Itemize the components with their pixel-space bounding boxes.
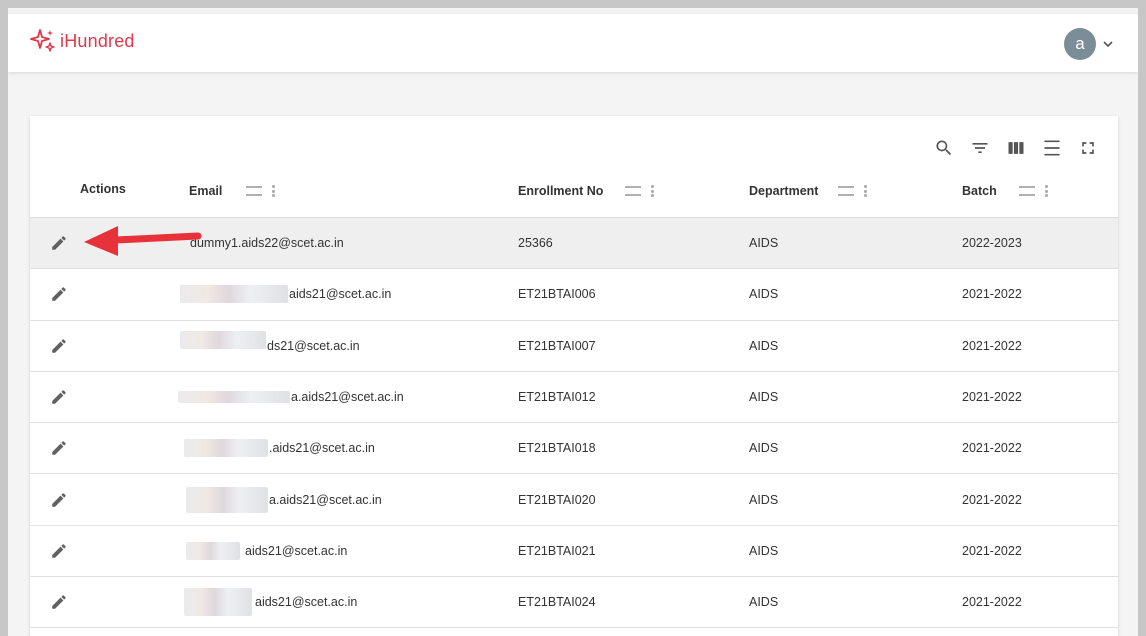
- chevron-down-icon: [1103, 41, 1113, 48]
- table-row[interactable]: ds21@scet.ac.in ET21BTAI007 AIDS 2021-20…: [30, 321, 1118, 372]
- batch-cell: 2021-2022: [962, 390, 1022, 405]
- redacted-text: [186, 541, 240, 560]
- drag-handle-icon[interactable]: [838, 186, 855, 196]
- table-row[interactable]: a.aids21@scet.ac.in ET21BTAI020 AIDS 202…: [30, 474, 1118, 526]
- email-cell: ds21@scet.ac.in: [180, 321, 360, 371]
- pencil-icon: [52, 236, 66, 250]
- redacted-text: [184, 439, 268, 458]
- sparkle-logo-icon: [30, 29, 55, 52]
- column-menu-icon[interactable]: [1044, 185, 1049, 197]
- edit-button[interactable]: [46, 372, 72, 422]
- app-window: iHundred a Actions Email Enrollment No D…: [8, 8, 1138, 636]
- table-row[interactable]: dummy1.aids22@scet.ac.in 25366 AIDS 2022…: [30, 218, 1118, 270]
- enrollment-cell: ET21BTAI006: [518, 287, 596, 302]
- density-icon: [1044, 140, 1060, 156]
- pencil-icon: [52, 441, 66, 456]
- batch-cell: 2022-2023: [962, 236, 1022, 251]
- enrollment-cell: ET21BTAI007: [518, 338, 596, 353]
- department-cell: AIDS: [749, 595, 779, 610]
- edit-button[interactable]: [46, 269, 72, 319]
- search-button[interactable]: [926, 130, 962, 166]
- column-header-batch[interactable]: Batch: [962, 184, 1049, 198]
- email-cell: aids21@scet.ac.in: [184, 577, 357, 627]
- department-cell: AIDS: [749, 492, 779, 507]
- table-row[interactable]: .aids21@scet.ac.in ET21BTAI018 AIDS 2021…: [30, 423, 1118, 475]
- batch-cell: 2021-2022: [962, 338, 1022, 353]
- filter-button[interactable]: [962, 130, 998, 166]
- redacted-text: [186, 486, 268, 513]
- drag-handle-icon[interactable]: [246, 186, 263, 196]
- email-cell: aids21@scet.ac.in: [186, 526, 347, 576]
- email-cell: a.aids21@scet.ac.in: [178, 372, 404, 422]
- columns-button[interactable]: [998, 130, 1034, 166]
- redacted-text: [180, 285, 288, 304]
- column-menu-icon[interactable]: [651, 185, 655, 197]
- pencil-icon: [52, 544, 66, 558]
- pencil-icon: [52, 390, 66, 404]
- table-row[interactable]: a.aids21@scet.ac.in ET21BTAI012 AIDS 202…: [30, 372, 1118, 424]
- enrollment-cell: ET21BTAI018: [518, 441, 596, 456]
- column-header-email[interactable]: Email: [189, 184, 276, 198]
- fullscreen-button[interactable]: [1070, 130, 1106, 166]
- redacted-text: [180, 330, 266, 349]
- fullscreen-icon: [1082, 142, 1094, 154]
- drag-handle-icon[interactable]: [1018, 186, 1035, 196]
- pencil-icon: [52, 338, 66, 353]
- table-body: dummy1.aids22@scet.ac.in 25366 AIDS 2022…: [30, 218, 1118, 629]
- top-app-bar: iHundred a: [8, 14, 1138, 72]
- table-toolbar: [926, 130, 1106, 166]
- batch-cell: 2021-2022: [962, 492, 1022, 507]
- column-header-department[interactable]: Department: [749, 184, 868, 198]
- app-title: iHundred: [60, 30, 135, 51]
- columns-icon: [1008, 142, 1024, 154]
- batch-cell: 2021-2022: [962, 543, 1022, 558]
- enrollment-cell: ET21BTAI021: [518, 543, 596, 558]
- pencil-icon: [52, 595, 66, 609]
- department-cell: AIDS: [749, 338, 779, 353]
- department-cell: AIDS: [749, 287, 779, 302]
- pencil-icon: [52, 287, 66, 302]
- density-button[interactable]: [1034, 130, 1070, 166]
- user-menu[interactable]: a: [1064, 28, 1114, 60]
- avatar[interactable]: a: [1064, 28, 1096, 60]
- students-table-card: Actions Email Enrollment No Department B…: [30, 116, 1118, 636]
- batch-cell: 2021-2022: [962, 441, 1022, 456]
- column-header-enrollment[interactable]: Enrollment No: [518, 184, 655, 198]
- edit-button[interactable]: [46, 423, 72, 473]
- filter-icon: [972, 143, 988, 153]
- pencil-icon: [52, 492, 66, 507]
- email-cell: .aids21@scet.ac.in: [184, 423, 375, 473]
- column-menu-icon[interactable]: [864, 185, 868, 197]
- department-cell: AIDS: [749, 390, 779, 405]
- table-row[interactable]: aids21@scet.ac.in ET21BTAI006 AIDS 2021-…: [30, 269, 1118, 321]
- edit-button[interactable]: [46, 218, 72, 268]
- table-header: Actions Email Enrollment No Department B…: [30, 166, 1118, 218]
- redacted-text: [184, 588, 252, 617]
- enrollment-cell: ET21BTAI012: [518, 390, 596, 405]
- enrollment-cell: 25366: [518, 236, 553, 251]
- edit-button[interactable]: [46, 526, 72, 576]
- email-cell: a.aids21@scet.ac.in: [186, 474, 382, 524]
- table-row[interactable]: aids21@scet.ac.in ET21BTAI024 AIDS 2021-…: [30, 577, 1118, 629]
- edit-button[interactable]: [46, 321, 72, 371]
- app-logo[interactable]: iHundred: [30, 28, 135, 54]
- drag-handle-icon[interactable]: [625, 186, 642, 196]
- table-row[interactable]: aids21@scet.ac.in ET21BTAI021 AIDS 2021-…: [30, 526, 1118, 578]
- enrollment-cell: ET21BTAI024: [518, 595, 596, 610]
- department-cell: AIDS: [749, 543, 779, 558]
- batch-cell: 2021-2022: [962, 595, 1022, 610]
- column-menu-icon[interactable]: [272, 185, 276, 197]
- email-cell: dummy1.aids22@scet.ac.in: [190, 236, 344, 251]
- edit-button[interactable]: [46, 474, 72, 524]
- edit-button[interactable]: [46, 577, 72, 627]
- email-cell: aids21@scet.ac.in: [180, 269, 391, 319]
- search-icon: [936, 140, 952, 156]
- enrollment-cell: ET21BTAI020: [518, 492, 596, 507]
- department-cell: AIDS: [749, 236, 779, 251]
- department-cell: AIDS: [749, 441, 779, 456]
- redacted-text: [178, 391, 290, 404]
- column-header-actions: Actions: [80, 182, 126, 196]
- batch-cell: 2021-2022: [962, 287, 1022, 302]
